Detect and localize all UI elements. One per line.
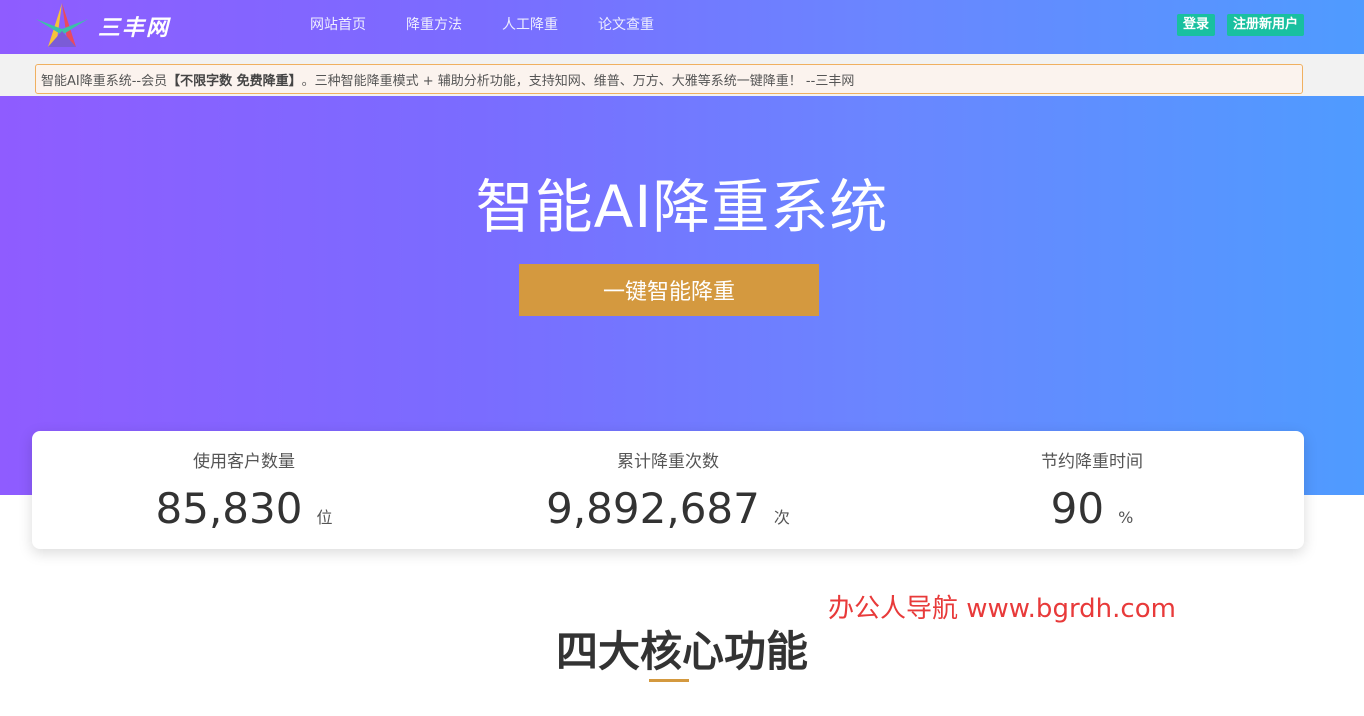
hero-title: 智能AI降重系统 bbox=[475, 173, 889, 241]
auth-buttons: 登录 注册新用户 bbox=[1165, 14, 1304, 36]
login-button[interactable]: 登录 bbox=[1176, 14, 1215, 36]
logo-triangle-icon bbox=[36, 3, 88, 47]
stat-label: 使用客户数量 bbox=[193, 452, 295, 472]
main-nav: 网站首页 降重方法 人工降重 论文查重 bbox=[290, 0, 674, 48]
logo-text: 三丰网 bbox=[98, 16, 171, 41]
site-logo[interactable]: 三丰网 bbox=[34, 0, 170, 52]
nav-home[interactable]: 网站首页 bbox=[310, 14, 366, 34]
announcement-bar: 智能AI降重系统--会员 【不限字数 免费降重】 。三种智能降重模式 + 辅助分… bbox=[35, 64, 1303, 94]
site-header: 三丰网 网站首页 降重方法 人工降重 论文查重 登录 注册新用户 bbox=[0, 0, 1364, 54]
notice-suffix: 。三种智能降重模式 + 辅助分析功能，支持知网、维普、万方、大雅等系统一键降重！… bbox=[301, 73, 855, 89]
stat-unit: % bbox=[1118, 508, 1134, 527]
section-underline bbox=[649, 679, 689, 682]
notice-highlight: 【不限字数 免费降重】 bbox=[167, 73, 302, 89]
stat-time-saved: 节约降重时间 90 % bbox=[880, 431, 1304, 549]
stat-unit: 次 bbox=[773, 508, 790, 527]
stat-value: 9,892,687 bbox=[546, 484, 760, 533]
section-title: 四大核心功能 bbox=[555, 627, 808, 676]
nav-manual-reduction[interactable]: 人工降重 bbox=[502, 14, 558, 34]
stat-label: 累计降重次数 bbox=[617, 452, 719, 472]
register-button[interactable]: 注册新用户 bbox=[1226, 14, 1304, 36]
stat-customers: 使用客户数量 85,830 位 bbox=[32, 431, 456, 549]
nav-plagiarism-check[interactable]: 论文查重 bbox=[598, 14, 654, 34]
one-click-reduce-button[interactable]: 一键智能降重 bbox=[519, 264, 819, 316]
notice-prefix: 智能AI降重系统--会员 bbox=[41, 73, 168, 89]
stat-reductions: 累计降重次数 9,892,687 次 bbox=[456, 431, 880, 549]
stat-label: 节约降重时间 bbox=[1041, 452, 1143, 472]
stat-unit: 位 bbox=[316, 508, 333, 527]
stats-card: 使用客户数量 85,830 位 累计降重次数 9,892,687 次 节约降重时… bbox=[32, 431, 1304, 549]
stat-value: 90 bbox=[1050, 484, 1105, 533]
nav-reduction-methods[interactable]: 降重方法 bbox=[406, 14, 462, 34]
stat-value: 85,830 bbox=[155, 484, 303, 533]
